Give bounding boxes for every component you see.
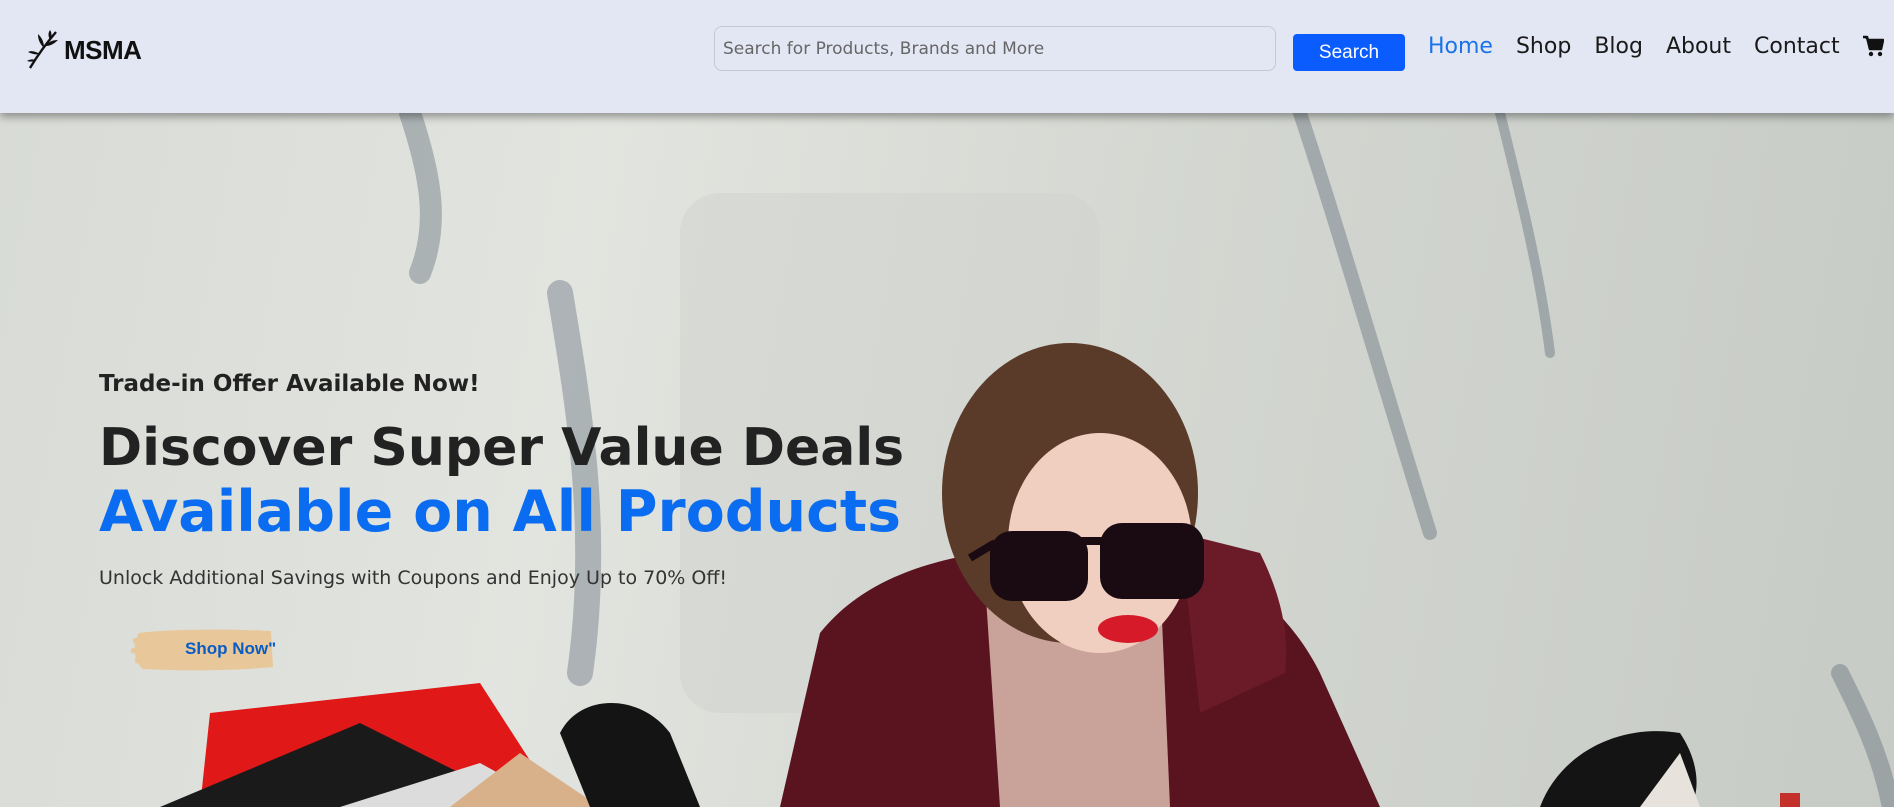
nav-about[interactable]: About: [1666, 30, 1731, 64]
nav-shop[interactable]: Shop: [1516, 30, 1571, 64]
cart-icon[interactable]: [1862, 34, 1884, 58]
shop-now-label: Shop Now": [185, 639, 277, 658]
hero-headline: Discover Super Value Deals: [99, 418, 905, 478]
main-nav: Home Shop Blog About Contact: [1428, 30, 1863, 64]
brand-logo[interactable]: MSMA: [26, 28, 142, 72]
shop-now-button[interactable]: Shop Now": [131, 627, 277, 671]
hero-banner: Trade-in Offer Available Now! Discover S…: [0, 113, 1894, 807]
brand-name: MSMA: [64, 34, 142, 65]
nav-home[interactable]: Home: [1428, 30, 1493, 64]
search-input[interactable]: [714, 26, 1276, 71]
hero-subtext: Unlock Additional Savings with Coupons a…: [99, 567, 728, 589]
nav-contact[interactable]: Contact: [1754, 30, 1840, 64]
site-header: MSMA Search Home Shop Blog About Contact: [0, 0, 1894, 113]
search-button[interactable]: Search: [1293, 34, 1405, 71]
feather-leaf-icon: [27, 30, 58, 69]
hero-text-block: Trade-in Offer Available Now! Discover S…: [99, 371, 904, 589]
nav-blog[interactable]: Blog: [1594, 30, 1643, 64]
hero-headline-accent: Available on All Products: [99, 479, 902, 545]
hero-eyebrow: Trade-in Offer Available Now!: [99, 371, 480, 397]
